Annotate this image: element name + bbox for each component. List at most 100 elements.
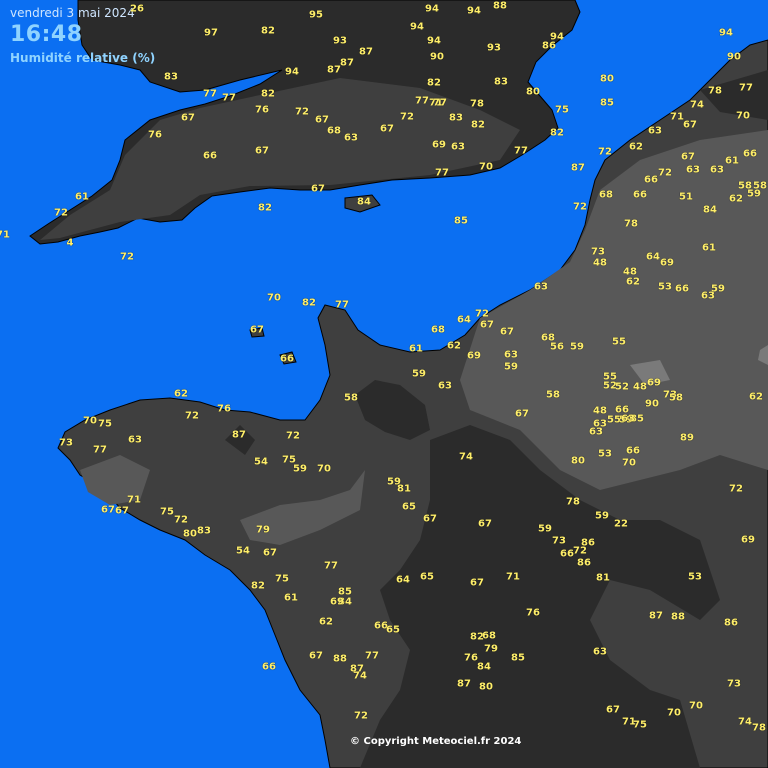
humidity-value: 82 xyxy=(261,25,275,37)
humidity-value: 77 xyxy=(739,82,753,94)
humidity-value: 76 xyxy=(526,607,540,619)
humidity-value: 66 xyxy=(633,189,647,201)
humidity-value: 69 xyxy=(660,257,674,269)
humidity-value: 67 xyxy=(606,704,620,716)
humidity-value: 67 xyxy=(423,513,437,525)
humidity-value: 77 xyxy=(415,95,429,107)
humidity-value: 63 xyxy=(504,349,518,361)
humidity-value: 72 xyxy=(598,146,612,158)
humidity-value: 77 xyxy=(93,444,107,456)
humidity-value: 56 xyxy=(550,341,564,353)
humidity-value: 62 xyxy=(319,616,333,628)
map-date: vendredi 3 mai 2024 xyxy=(10,6,135,20)
humidity-value: 72 xyxy=(658,167,672,179)
humidity-value: 77 xyxy=(365,650,379,662)
humidity-value: 68 xyxy=(327,125,341,137)
humidity-value: 73 xyxy=(59,437,73,449)
humidity-value: 77 xyxy=(433,97,447,109)
humidity-value: 63 xyxy=(438,380,452,392)
humidity-value: 66 xyxy=(262,661,276,673)
humidity-value: 26 xyxy=(130,3,144,15)
humidity-value: 67 xyxy=(681,151,695,163)
humidity-value: 67 xyxy=(480,319,494,331)
humidity-value: 85 xyxy=(454,215,468,227)
humidity-value: 82 xyxy=(302,297,316,309)
humidity-value: 83 xyxy=(197,525,211,537)
humidity-value: 84 xyxy=(703,204,717,216)
humidity-value: 58 xyxy=(753,180,767,192)
humidity-value: 61 xyxy=(284,592,298,604)
humidity-value: 66 xyxy=(626,445,640,457)
humidity-value: 66 xyxy=(675,283,689,295)
humidity-value: 93 xyxy=(333,35,347,47)
humidity-value: 82 xyxy=(550,127,564,139)
humidity-value: 70 xyxy=(267,292,281,304)
map-parameter: Humidité relative (%) xyxy=(10,51,156,65)
humidity-value: 82 xyxy=(258,202,272,214)
humidity-value: 59 xyxy=(412,368,426,380)
humidity-value: 65 xyxy=(386,624,400,636)
humidity-value: 66 xyxy=(644,174,658,186)
humidity-value: 53 xyxy=(688,571,702,583)
humidity-value: 82 xyxy=(471,119,485,131)
humidity-value: 87 xyxy=(232,429,246,441)
humidity-value: 97 xyxy=(204,27,218,39)
humidity-value: 82 xyxy=(261,88,275,100)
humidity-value: 80 xyxy=(571,455,585,467)
humidity-value: 65 xyxy=(420,571,434,583)
humidity-value: 81 xyxy=(596,572,610,584)
humidity-value: 79 xyxy=(256,524,270,536)
humidity-value: 62 xyxy=(174,388,188,400)
humidity-value: 58 xyxy=(669,392,683,404)
humidity-value: 58 xyxy=(546,389,560,401)
humidity-value: 70 xyxy=(689,700,703,712)
humidity-value: 63 xyxy=(128,434,142,446)
humidity-value: 73 xyxy=(727,678,741,690)
humidity-value: 80 xyxy=(526,86,540,98)
great-britain-mid-zone xyxy=(40,78,520,240)
humidity-value: 70 xyxy=(83,415,97,427)
humidity-value: 70 xyxy=(667,707,681,719)
humidity-value: 80 xyxy=(600,73,614,85)
humidity-value: 75 xyxy=(160,506,174,518)
humidity-value: 72 xyxy=(54,207,68,219)
humidity-value: 77 xyxy=(222,92,236,104)
copyright-notice: © Copyright Meteociel.fr 2024 xyxy=(350,736,522,747)
humidity-value: 94 xyxy=(427,35,441,47)
humidity-value: 61 xyxy=(702,242,716,254)
humidity-value: 67 xyxy=(683,119,697,131)
humidity-value: 48 xyxy=(593,405,607,417)
humidity-value: 67 xyxy=(181,112,195,124)
humidity-value: 63 xyxy=(593,646,607,658)
humidity-value: 22 xyxy=(614,518,628,530)
humidity-value: 63 xyxy=(589,426,603,438)
humidity-value: 95 xyxy=(309,9,323,21)
humidity-value: 87 xyxy=(571,162,585,174)
humidity-value: 88 xyxy=(671,611,685,623)
humidity-value: 85 xyxy=(600,97,614,109)
humidity-value: 87 xyxy=(457,678,471,690)
humidity-value: 67 xyxy=(263,547,277,559)
humidity-value: 94 xyxy=(285,66,299,78)
humidity-value: 70 xyxy=(479,161,493,173)
humidity-value: 89 xyxy=(680,432,694,444)
humidity-value: 87 xyxy=(649,610,663,622)
humidity-value: 77 xyxy=(335,299,349,311)
humidity-value: 67 xyxy=(478,518,492,530)
humidity-value: 61 xyxy=(409,343,423,355)
humidity-value: 67 xyxy=(500,326,514,338)
humidity-value: 87 xyxy=(327,64,341,76)
humidity-value: 78 xyxy=(470,98,484,110)
humidity-value: 72 xyxy=(295,106,309,118)
humidity-value: 84 xyxy=(477,661,491,673)
humidity-value: 76 xyxy=(217,403,231,415)
humidity-value: 67 xyxy=(255,145,269,157)
humidity-value: 54 xyxy=(254,456,268,468)
humidity-value: 69 xyxy=(467,350,481,362)
humidity-value: 67 xyxy=(311,183,325,195)
humidity-value: 62 xyxy=(749,391,763,403)
humidity-value: 70 xyxy=(736,110,750,122)
humidity-value: 61 xyxy=(75,191,89,203)
humidity-value: 64 xyxy=(457,314,471,326)
humidity-value: 81 xyxy=(397,483,411,495)
